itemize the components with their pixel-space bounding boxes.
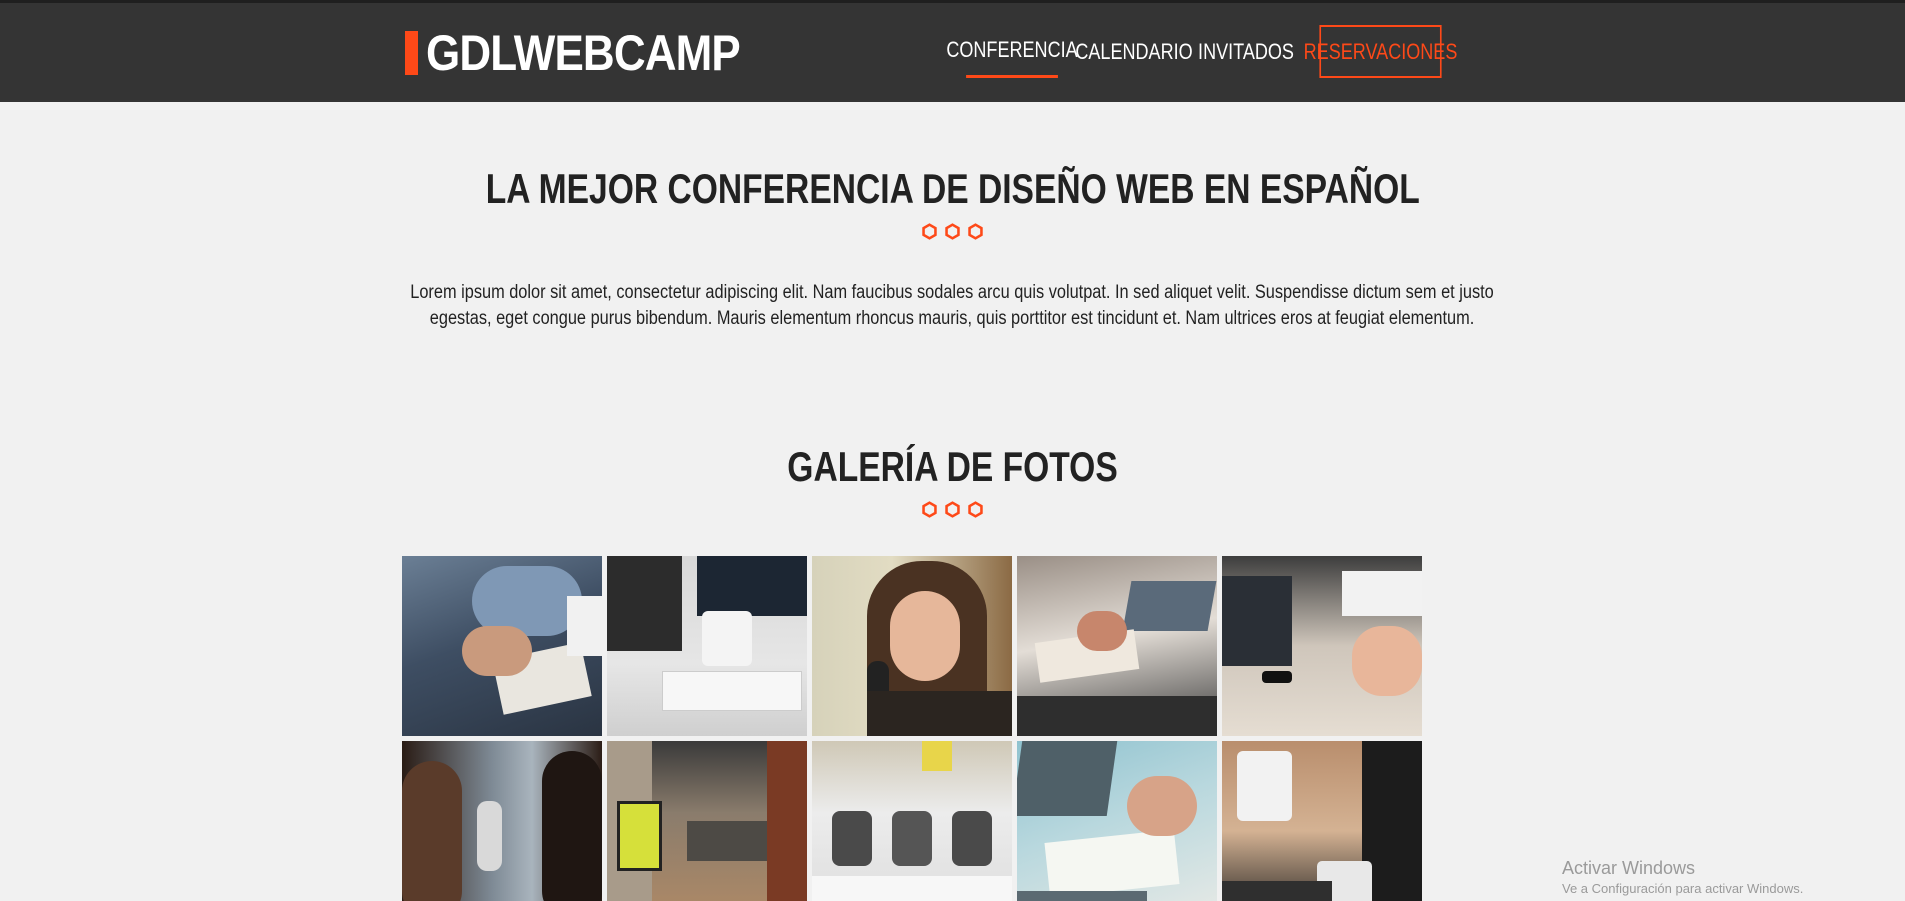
hexagon-icon bbox=[945, 501, 960, 518]
logo[interactable]: GDLWEBCAMP bbox=[405, 25, 783, 81]
woman-speaker-microphone-photo[interactable] bbox=[812, 556, 1012, 736]
intro-divider bbox=[0, 223, 1905, 240]
logo-accent-bar bbox=[405, 31, 418, 75]
conference-audience-speaker-photo[interactable] bbox=[402, 741, 602, 901]
intro-text: Lorem ipsum dolor sit amet, consectetur … bbox=[410, 282, 1494, 329]
team-desk-laptops-photo[interactable] bbox=[1017, 556, 1217, 736]
coworking-hallway-photo[interactable] bbox=[607, 741, 807, 901]
logo-text: GDLWEBCAMP bbox=[426, 25, 741, 81]
desk-computer-mug-photo[interactable] bbox=[607, 556, 807, 736]
nav-item-conferencia[interactable]: Conferencia bbox=[946, 25, 1078, 78]
hexagon-icon bbox=[968, 501, 983, 518]
intro-title: LA MEJOR CONFERENCIA DE DISEÑO WEB EN ES… bbox=[485, 165, 1420, 212]
photo-gallery bbox=[402, 556, 1422, 901]
nav-item-reservaciones[interactable]: Reservaciones bbox=[1304, 25, 1457, 78]
office-chairs-room-photo[interactable] bbox=[812, 741, 1012, 901]
main-nav: Conferencia Calendario Invitados Reserva… bbox=[946, 25, 1457, 78]
laptops-meeting-table-photo[interactable] bbox=[1222, 556, 1422, 736]
hexagon-icon bbox=[922, 223, 937, 240]
gallery-divider bbox=[0, 501, 1905, 518]
windows-activation-watermark: Activar Windows Ve a Configuración para … bbox=[1562, 858, 1804, 896]
gallery-title: GALERÍA DE FOTOS bbox=[787, 443, 1118, 490]
hexagon-icon bbox=[968, 223, 983, 240]
hexagon-icon bbox=[945, 223, 960, 240]
coffee-cup-phone-laptop-photo[interactable] bbox=[1222, 741, 1422, 901]
person-writing-notes-photo[interactable] bbox=[402, 556, 602, 736]
nav-item-invitados[interactable]: Invitados bbox=[1198, 25, 1294, 78]
laptop-notes-writing-photo[interactable] bbox=[1017, 741, 1217, 901]
nav-item-calendario[interactable]: Calendario bbox=[1075, 25, 1192, 78]
site-header: GDLWEBCAMP Conferencia Calendario Invita… bbox=[0, 3, 1905, 102]
hexagon-icon bbox=[922, 501, 937, 518]
